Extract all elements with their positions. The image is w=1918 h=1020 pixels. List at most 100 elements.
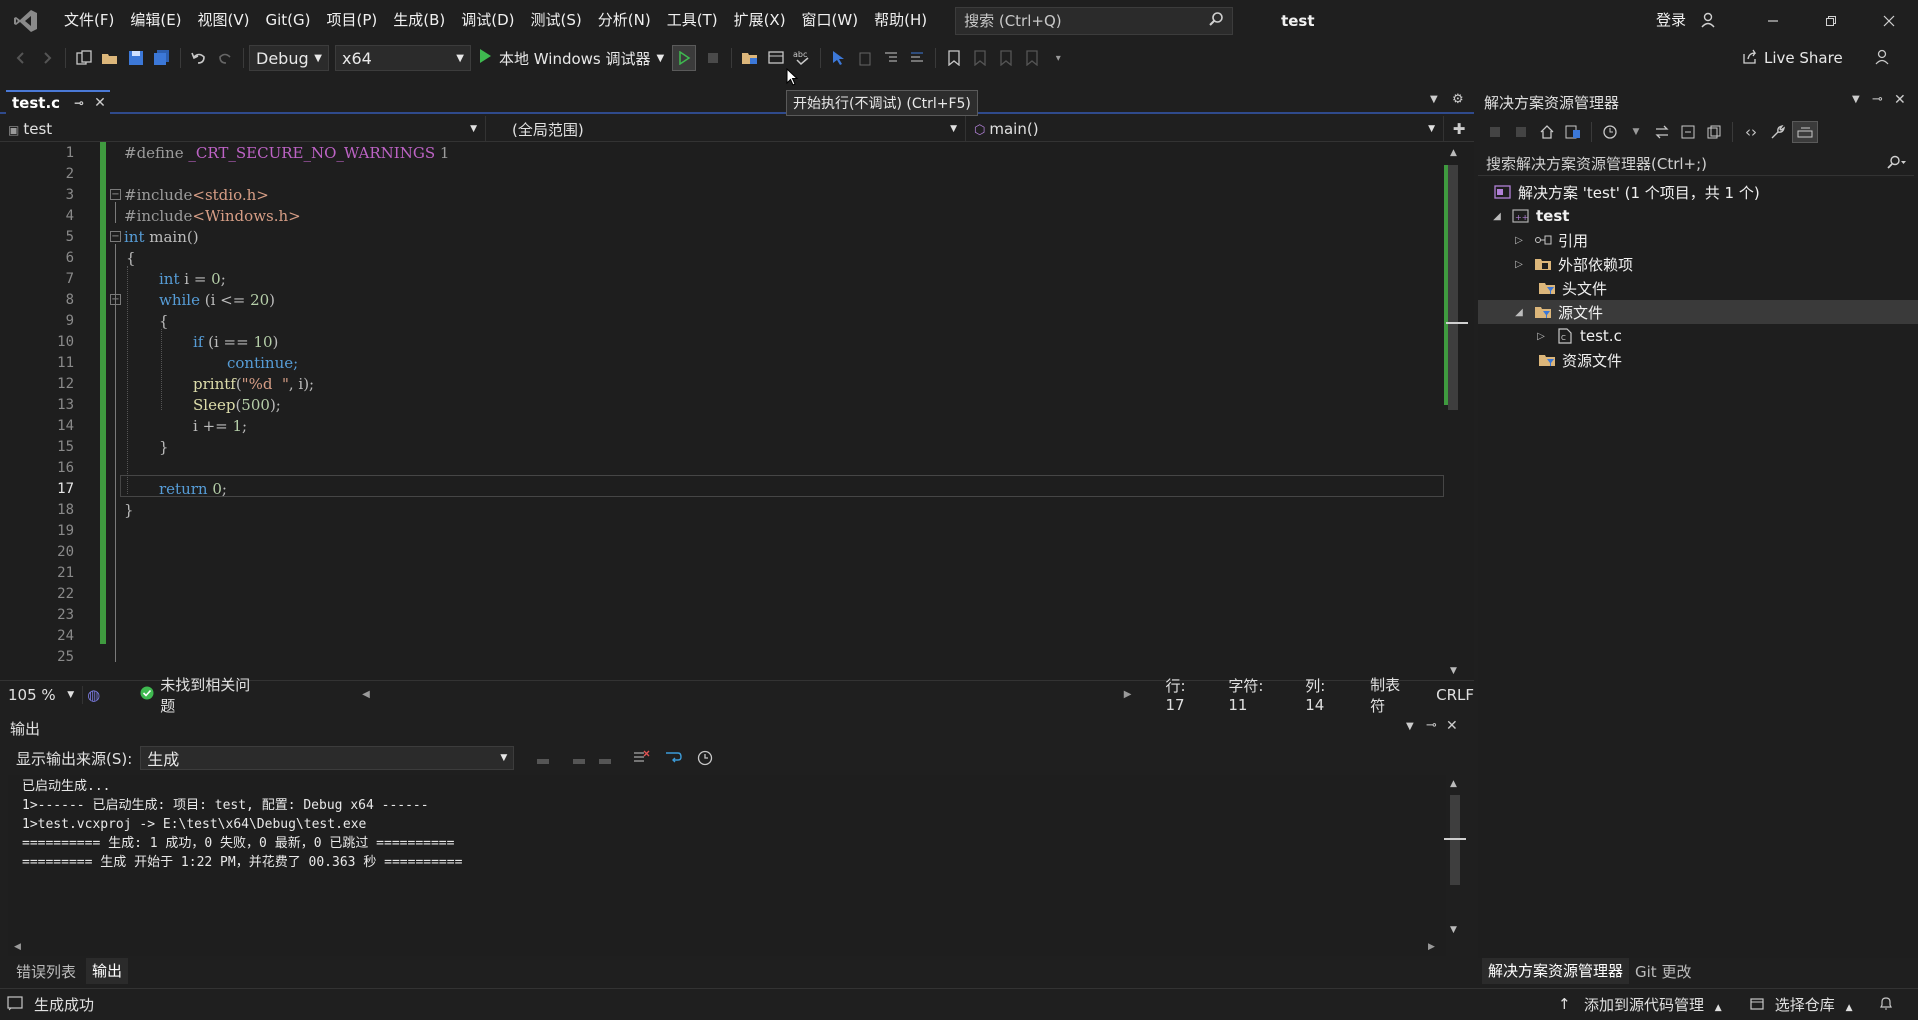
- scroll-down-icon[interactable]: ▼: [1450, 925, 1457, 935]
- tree-item-header-files[interactable]: 头文件: [1478, 276, 1918, 300]
- tree-item-resource-files[interactable]: 资源文件: [1478, 348, 1918, 372]
- browse-icon[interactable]: [765, 47, 787, 69]
- menu-edit[interactable]: 编辑(E): [122, 0, 189, 41]
- code-editor[interactable]: 1 2 3 4 5 6 7 8 9 10 11 12 13 14 15 16 1…: [0, 142, 1474, 680]
- scroll-up-icon[interactable]: ▲: [1450, 779, 1457, 789]
- feedback-icon[interactable]: [1874, 48, 1892, 70]
- tree-item-external-dependencies[interactable]: ▷ 外部依赖项: [1478, 252, 1918, 276]
- clear-all-icon[interactable]: [630, 747, 652, 769]
- start-debugging-button[interactable]: 本地 Windows 调试器 ▼: [477, 48, 664, 69]
- tree-item-references[interactable]: ▷ 引用: [1478, 228, 1918, 252]
- scroll-left-icon[interactable]: ◀: [362, 689, 370, 700]
- undo-icon[interactable]: [188, 47, 210, 69]
- gear-icon[interactable]: ⚙: [1452, 92, 1464, 107]
- scroll-up-icon[interactable]: ▲: [1450, 148, 1457, 158]
- output-text-area[interactable]: 已启动生成... 1>------ 已启动生成: 项目: test, 配置: D…: [8, 775, 1466, 940]
- folder-view-icon[interactable]: [739, 47, 761, 69]
- open-file-icon[interactable]: [99, 47, 121, 69]
- status-output-icon[interactable]: [6, 995, 24, 1015]
- start-without-debugging-button[interactable]: [672, 45, 697, 71]
- tab-output[interactable]: 输出: [86, 958, 129, 984]
- login-button[interactable]: 登录: [1656, 0, 1686, 41]
- menu-git[interactable]: Git(G): [258, 0, 319, 41]
- home-icon[interactable]: [1536, 121, 1558, 143]
- sync-icon[interactable]: [1651, 121, 1673, 143]
- menu-tools[interactable]: 工具(T): [659, 0, 726, 41]
- account-settings-icon[interactable]: [1700, 11, 1718, 33]
- tree-item-solution[interactable]: 解决方案 'test' (1 个项目，共 1 个): [1478, 180, 1918, 204]
- scroll-right-icon[interactable]: ▶: [1124, 689, 1132, 700]
- tree-item-project-test[interactable]: ◢ ++ test: [1478, 204, 1918, 228]
- menu-window[interactable]: 窗口(W): [794, 0, 867, 41]
- panel-dropdown-icon[interactable]: ▼: [1406, 721, 1414, 732]
- show-all-files-icon[interactable]: [1703, 121, 1725, 143]
- previous-bookmark-icon[interactable]: [969, 47, 991, 69]
- menu-debug[interactable]: 调试(D): [453, 0, 522, 41]
- close-tab-icon[interactable]: ✕: [94, 95, 106, 111]
- back-icon[interactable]: [10, 47, 32, 69]
- project-dropdown[interactable]: ▣ test ▼: [0, 116, 486, 142]
- line-ending-indicator[interactable]: CRLF: [1436, 686, 1474, 704]
- collapse-region-icon[interactable]: −: [110, 189, 121, 200]
- outline-icon[interactable]: [854, 47, 876, 69]
- collapse-all-icon[interactable]: [1677, 121, 1699, 143]
- stop-icon[interactable]: [702, 47, 724, 69]
- switch-views-icon[interactable]: [1562, 121, 1584, 143]
- menu-view[interactable]: 视图(V): [190, 0, 258, 41]
- add-to-source-control-button[interactable]: 添加到源代码管理 ▲: [1584, 994, 1722, 1015]
- close-panel-icon[interactable]: ✕: [1894, 92, 1906, 108]
- notifications-bell-icon[interactable]: [1878, 995, 1894, 1015]
- global-search-input[interactable]: 搜索 (Ctrl+Q): [955, 6, 1234, 35]
- editor-scroll-thumb[interactable]: [1448, 165, 1458, 410]
- pin-icon[interactable]: ⊸: [1426, 718, 1437, 733]
- scope-dropdown[interactable]: (全局范围) ▼: [486, 116, 966, 142]
- close-panel-icon[interactable]: ✕: [1446, 718, 1458, 734]
- solution-explorer-search-input[interactable]: 搜索解决方案资源管理器(Ctrl+;): [1478, 152, 1914, 176]
- line-indicator[interactable]: 行: 17: [1165, 675, 1206, 714]
- zoom-select[interactable]: 105 % ▼: [0, 685, 84, 704]
- restore-button[interactable]: [1802, 0, 1860, 41]
- tab-git-changes[interactable]: Git 更改: [1635, 961, 1691, 982]
- comment-icon[interactable]: [906, 47, 928, 69]
- find-message-icon[interactable]: [532, 747, 554, 769]
- next-bookmark-icon[interactable]: [995, 47, 1017, 69]
- spell-check-icon[interactable]: abc: [791, 47, 813, 69]
- menu-build[interactable]: 生成(B): [385, 0, 453, 41]
- menu-analyze[interactable]: 分析(N): [590, 0, 659, 41]
- toolbar-overflow-icon[interactable]: ▾: [1047, 47, 1069, 69]
- forward-icon[interactable]: [1510, 121, 1532, 143]
- collapsed-arrow-icon[interactable]: ▷: [1534, 331, 1548, 342]
- tab-list-dropdown-icon[interactable]: ▼: [1430, 94, 1438, 105]
- collapsed-arrow-icon[interactable]: ▷: [1512, 259, 1526, 270]
- clock-icon[interactable]: [694, 747, 716, 769]
- collapse-region-icon[interactable]: −: [110, 231, 121, 242]
- split-view-icon[interactable]: ✚: [1444, 116, 1474, 141]
- panel-dropdown-icon[interactable]: ▼: [1852, 94, 1860, 105]
- redo-icon[interactable]: [214, 47, 236, 69]
- word-wrap-icon[interactable]: [662, 747, 684, 769]
- scroll-right-icon[interactable]: ▶: [1428, 942, 1435, 952]
- collapsed-arrow-icon[interactable]: ▷: [1512, 235, 1526, 246]
- issues-ok-icon[interactable]: [140, 686, 154, 704]
- menu-file[interactable]: 文件(F): [56, 0, 122, 41]
- view-code-icon[interactable]: ‹›: [1740, 121, 1762, 143]
- preview-selected-items-icon[interactable]: [1792, 121, 1818, 143]
- output-horizontal-scrollbar[interactable]: ◀ ▶: [8, 940, 1446, 956]
- save-all-icon[interactable]: [151, 47, 173, 69]
- visual-studio-logo-icon[interactable]: [12, 7, 40, 35]
- tree-item-test-c[interactable]: ▷ C test.c: [1478, 324, 1918, 348]
- menu-test[interactable]: 测试(S): [523, 0, 590, 41]
- menu-extensions[interactable]: 扩展(X): [726, 0, 794, 41]
- indent-icon[interactable]: [880, 47, 902, 69]
- close-window-button[interactable]: [1860, 0, 1918, 41]
- bookmark-icon[interactable]: [943, 47, 965, 69]
- minimize-button[interactable]: [1744, 0, 1802, 41]
- tree-item-source-files[interactable]: ◢ 源文件: [1478, 300, 1918, 324]
- menu-help[interactable]: 帮助(H): [866, 0, 935, 41]
- expanded-arrow-icon[interactable]: ◢: [1512, 307, 1526, 318]
- indent-mode-indicator[interactable]: 制表符: [1370, 674, 1412, 716]
- chevron-down-icon[interactable]: ▼: [1625, 121, 1647, 143]
- pin-icon[interactable]: ⊸: [74, 96, 84, 110]
- forward-icon[interactable]: [36, 47, 58, 69]
- new-project-icon[interactable]: [73, 47, 95, 69]
